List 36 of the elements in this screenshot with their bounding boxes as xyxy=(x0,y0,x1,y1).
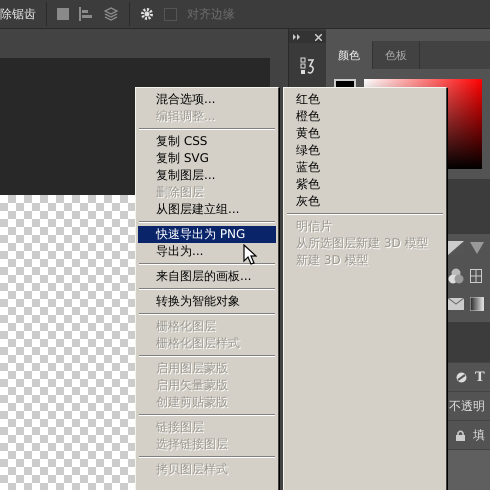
panel-tab[interactable]: 颜色 xyxy=(326,41,373,69)
menu-item[interactable]: 蓝色 xyxy=(286,159,444,176)
lock-icon[interactable] xyxy=(456,430,465,440)
gradient-map-icon[interactable] xyxy=(470,297,484,311)
close-icon[interactable] xyxy=(315,34,322,40)
menu-item[interactable]: 复制 CSS xyxy=(138,133,276,150)
menu-item[interactable]: 混合选项... xyxy=(138,91,276,108)
menu-item[interactable]: 复制 SVG xyxy=(138,150,276,167)
grid-icon[interactable] xyxy=(470,269,482,283)
menu-item[interactable]: 从图层建立组... xyxy=(138,201,276,218)
menu-item[interactable]: 复制图层... xyxy=(138,167,276,184)
envelope-icon[interactable] xyxy=(448,298,464,310)
opacity-label: 不透明 xyxy=(449,398,485,414)
fill-label: 填 xyxy=(473,426,485,444)
menu-item[interactable]: 黄色 xyxy=(286,125,444,142)
menu-item[interactable]: 紫色 xyxy=(286,176,444,193)
panel-tab[interactable]: 色板 xyxy=(373,41,420,69)
color-balance-icon[interactable] xyxy=(448,268,464,284)
align-icon[interactable] xyxy=(79,7,93,21)
history-icon[interactable] xyxy=(300,57,316,77)
triangle-icon[interactable] xyxy=(470,242,484,254)
menu-item[interactable]: 红色 xyxy=(286,91,444,108)
collapse-icon[interactable] xyxy=(293,34,300,40)
menu-item[interactable]: 绿色 xyxy=(286,142,444,159)
circle-filter-icon[interactable] xyxy=(456,372,467,382)
antialias-label: 除锯齿 xyxy=(0,6,36,22)
settings-icon[interactable] xyxy=(140,7,154,21)
menu-item[interactable]: 转换为智能对象 xyxy=(138,293,276,310)
menu-item[interactable]: 灰色 xyxy=(286,193,444,210)
snap-checkbox[interactable] xyxy=(164,8,177,20)
menu-item[interactable]: 橙色 xyxy=(286,108,444,125)
menu-item[interactable]: 导出为... xyxy=(138,243,276,260)
menu-item[interactable]: 来自图层的画板... xyxy=(138,268,276,285)
stack-icon[interactable] xyxy=(103,7,119,21)
type-filter-glyph[interactable]: T xyxy=(475,370,485,384)
menu-item[interactable]: 快速导出为 PNG xyxy=(138,226,276,243)
